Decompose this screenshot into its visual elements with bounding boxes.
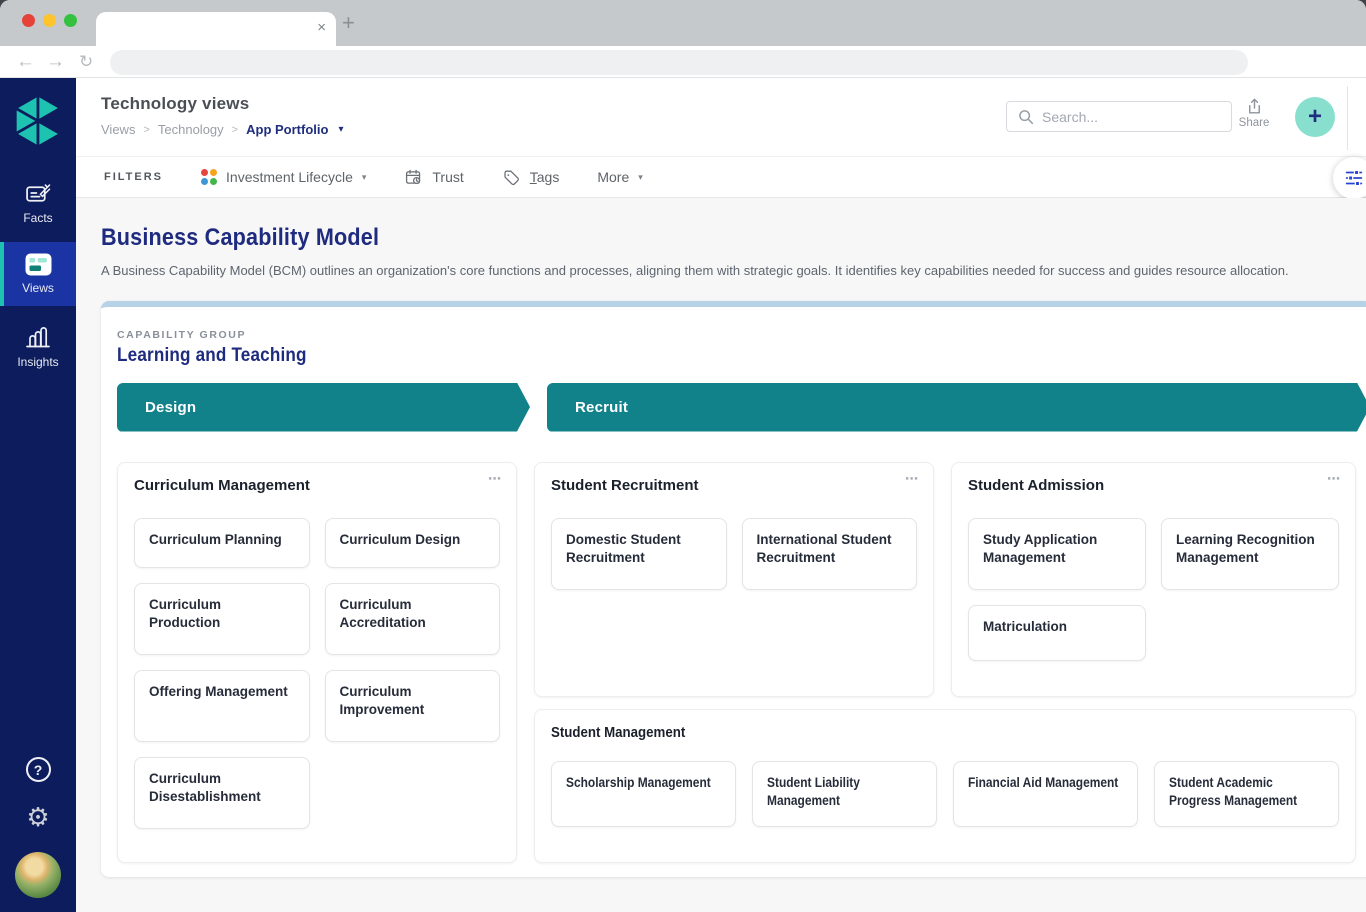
capability-item[interactable]: Curriculum Disestablishment bbox=[134, 757, 310, 829]
page-header: Technology views Views > Technology > Ap… bbox=[76, 78, 1366, 156]
breadcrumb-separator: > bbox=[232, 124, 238, 136]
filter-label: Tags bbox=[530, 169, 560, 185]
browser-toolbar: ← → ↻ bbox=[0, 46, 1366, 78]
app-sidebar: Facts Views bbox=[0, 78, 76, 912]
capability-card-curriculum-management[interactable]: Curriculum Management ⋯ Curriculum Plann… bbox=[117, 462, 517, 863]
filter-tags[interactable]: Tags bbox=[502, 168, 560, 187]
main-content: Business Capability Model A Business Cap… bbox=[76, 198, 1366, 912]
capability-group-name: Learning and Teaching bbox=[117, 345, 1356, 367]
chevron-down-icon: ▾ bbox=[362, 172, 367, 183]
capability-item[interactable]: Student Academic Progress Management bbox=[1154, 761, 1339, 827]
header-divider bbox=[1347, 86, 1348, 150]
share-button[interactable]: Share bbox=[1235, 97, 1273, 129]
close-tab-icon[interactable]: × bbox=[317, 19, 326, 36]
forward-icon[interactable]: → bbox=[46, 48, 65, 76]
filter-more[interactable]: More ▾ bbox=[597, 169, 642, 185]
sidebar-item-label: Views bbox=[22, 281, 54, 295]
minimize-window-button[interactable] bbox=[43, 14, 56, 27]
filter-label: Investment Lifecycle bbox=[226, 169, 353, 185]
stage-arrows: Design Recruit bbox=[117, 383, 1356, 432]
capability-item[interactable]: Learning Recognition Management bbox=[1161, 518, 1339, 590]
search-placeholder: Search... bbox=[1042, 109, 1098, 125]
close-window-button[interactable] bbox=[22, 14, 35, 27]
capability-title: Curriculum Management bbox=[134, 477, 500, 494]
breadcrumb-item-views[interactable]: Views bbox=[101, 122, 135, 137]
back-icon[interactable]: ← bbox=[16, 48, 35, 76]
zoom-window-button[interactable] bbox=[64, 14, 77, 27]
capability-item[interactable]: International Student Recruitment bbox=[742, 518, 918, 590]
breadcrumb-separator: > bbox=[143, 124, 149, 136]
facts-icon bbox=[25, 180, 52, 206]
browser-window: × + ← → ↻ bbox=[0, 0, 1366, 912]
stage-arrow-design[interactable]: Design bbox=[117, 383, 530, 432]
app-logo-icon[interactable] bbox=[11, 92, 65, 150]
view-title: Business Capability Model bbox=[101, 224, 1366, 252]
filter-trust[interactable]: Trust bbox=[404, 168, 463, 187]
window-controls bbox=[22, 14, 77, 27]
card-menu-icon[interactable]: ⋯ bbox=[905, 471, 919, 487]
breadcrumb-current-app-portfolio[interactable]: App Portfolio bbox=[246, 122, 328, 137]
capability-group-card: CAPABILITY GROUP Learning and Teaching D… bbox=[101, 301, 1366, 877]
capability-item[interactable]: Scholarship Management bbox=[551, 761, 736, 827]
capability-group-eyebrow: CAPABILITY GROUP bbox=[117, 329, 1356, 341]
sidebar-item-views[interactable]: Views bbox=[0, 242, 76, 306]
view-description: A Business Capability Model (BCM) outlin… bbox=[101, 261, 1311, 281]
capability-item[interactable]: Curriculum Design bbox=[325, 518, 501, 568]
insights-icon bbox=[24, 324, 52, 350]
capability-title: Student Admission bbox=[968, 477, 1339, 494]
capability-item[interactable]: Curriculum Production bbox=[134, 583, 310, 655]
tag-icon bbox=[502, 168, 521, 187]
help-icon[interactable]: ? bbox=[26, 757, 51, 782]
stage-arrow-recruit[interactable]: Recruit bbox=[547, 383, 1366, 432]
capability-item[interactable]: Curriculum Planning bbox=[134, 518, 310, 568]
share-label: Share bbox=[1239, 117, 1270, 129]
filters-label: FILTERS bbox=[104, 171, 163, 183]
share-icon bbox=[1245, 97, 1264, 116]
views-icon bbox=[25, 253, 52, 276]
user-avatar[interactable] bbox=[15, 852, 61, 898]
sidebar-item-insights[interactable]: Insights bbox=[0, 314, 76, 378]
capability-item[interactable]: Student Liability Management bbox=[752, 761, 937, 827]
capability-card-student-admission[interactable]: Student Admission ⋯ Study Application Ma… bbox=[951, 462, 1356, 697]
card-menu-icon[interactable]: ⋯ bbox=[1327, 471, 1341, 487]
search-icon bbox=[1017, 108, 1034, 125]
address-bar[interactable] bbox=[110, 50, 1248, 75]
settings-gear-icon[interactable]: ⚙ bbox=[26, 804, 49, 830]
capability-item[interactable]: Financial Aid Management bbox=[953, 761, 1138, 827]
filter-bar: FILTERS Investment Lifecycle ▾ bbox=[76, 156, 1366, 198]
card-menu-icon[interactable]: ⋯ bbox=[488, 471, 502, 487]
breadcrumb-item-technology[interactable]: Technology bbox=[158, 122, 224, 137]
chevron-down-icon: ▾ bbox=[638, 172, 643, 183]
capability-item[interactable]: Study Application Management bbox=[968, 518, 1146, 590]
capability-item[interactable]: Domestic Student Recruitment bbox=[551, 518, 727, 590]
filter-label: More bbox=[597, 169, 629, 185]
capability-item[interactable]: Matriculation bbox=[968, 605, 1146, 661]
view-settings-button[interactable] bbox=[1333, 157, 1366, 199]
capability-item[interactable]: Curriculum Accreditation bbox=[325, 583, 501, 655]
capability-item[interactable]: Curriculum Improvement bbox=[325, 670, 501, 742]
search-input[interactable]: Search... bbox=[1006, 101, 1232, 132]
capability-title: Student Management bbox=[551, 724, 1339, 741]
sidebar-item-label: Facts bbox=[23, 211, 52, 225]
reload-icon[interactable]: ↻ bbox=[79, 48, 93, 76]
browser-title-bar: × + bbox=[0, 0, 1366, 46]
capability-item[interactable]: Offering Management bbox=[134, 670, 310, 742]
browser-tab[interactable]: × bbox=[96, 12, 336, 46]
filter-investment-lifecycle[interactable]: Investment Lifecycle ▾ bbox=[201, 169, 366, 185]
chevron-down-icon[interactable]: ▾ bbox=[338, 124, 343, 135]
investment-lifecycle-icon bbox=[201, 169, 217, 185]
calendar-clock-icon bbox=[404, 168, 423, 187]
add-button[interactable]: + bbox=[1295, 97, 1335, 137]
sidebar-item-facts[interactable]: Facts bbox=[0, 170, 76, 234]
sliders-icon bbox=[1343, 167, 1365, 189]
capability-card-student-management[interactable]: Student Management Scholarship Managemen… bbox=[534, 709, 1356, 863]
new-tab-button[interactable]: + bbox=[342, 8, 355, 38]
filter-label: Trust bbox=[432, 169, 463, 185]
capability-card-student-recruitment[interactable]: Student Recruitment ⋯ Domestic Student R… bbox=[534, 462, 934, 697]
sidebar-item-label: Insights bbox=[17, 355, 58, 369]
capability-title: Student Recruitment bbox=[551, 477, 917, 494]
